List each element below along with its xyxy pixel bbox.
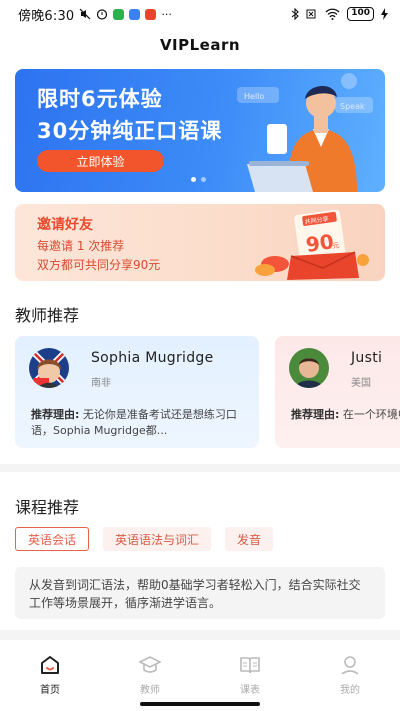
book-icon bbox=[240, 657, 260, 674]
graduation-cap-icon bbox=[139, 656, 161, 673]
teacher-avatar bbox=[29, 348, 69, 388]
tab-pronunciation[interactable]: 发音 bbox=[225, 527, 274, 551]
app-notification-icon bbox=[129, 8, 141, 20]
teacher-reason: 推荐理由: 在一个环境中提高你的 bbox=[291, 407, 400, 423]
teacher-carousel[interactable]: Sophia Mugridge 南非 推荐理由: 无论你是准备考试还是想练习口语… bbox=[15, 336, 400, 448]
status-time: 傍晚6:30 bbox=[18, 8, 75, 24]
tab-english-conversation[interactable]: 英语会话 bbox=[15, 527, 90, 551]
teacher-reason: 推荐理由: 无论你是准备考试还是想练习口语，Sophia Mugridge都..… bbox=[31, 407, 251, 439]
battery-indicator: 100 bbox=[347, 7, 374, 21]
nav-label-teachers: 教师 bbox=[140, 685, 160, 696]
invite-line1: 每邀请 1 次推荐 bbox=[37, 239, 125, 253]
badge-amount: 90 bbox=[304, 229, 335, 257]
section-divider bbox=[0, 464, 400, 472]
nav-profile[interactable]: 我的 bbox=[300, 640, 400, 700]
wechat-notification-icon bbox=[113, 8, 125, 20]
course-tabs: 英语会话 英语语法与词汇 发音 bbox=[15, 527, 274, 551]
invite-friends-banner[interactable]: 邀请好友 每邀请 1 次推荐 双方都可共同分享90元 共同分享 90 元 bbox=[15, 204, 385, 281]
reason-label: 推荐理由: bbox=[31, 408, 80, 421]
banner-title-line1: 限时6元体验 bbox=[37, 87, 163, 111]
wifi-icon bbox=[325, 8, 340, 20]
banner-illustration: Hello Speak bbox=[237, 73, 373, 192]
badge-unit: 元 bbox=[332, 241, 340, 250]
nav-label-profile: 我的 bbox=[340, 685, 360, 696]
bottom-navigation: 首页 教师 课表 我的 bbox=[0, 640, 400, 700]
alarm-icon bbox=[97, 9, 108, 20]
banner-title-line2: 30分钟纯正口语课 bbox=[37, 119, 223, 143]
person-icon bbox=[341, 656, 359, 675]
teacher-section-title: 教师推荐 bbox=[15, 306, 80, 325]
home-indicator[interactable] bbox=[140, 702, 260, 706]
carousel-dot[interactable] bbox=[191, 177, 196, 182]
teacher-card[interactable]: Sophia Mugridge 南非 推荐理由: 无论你是准备考试还是想练习口语… bbox=[15, 336, 259, 448]
charging-icon bbox=[381, 8, 388, 20]
nav-schedule[interactable]: 课表 bbox=[200, 640, 300, 700]
carousel-dot[interactable] bbox=[201, 177, 206, 182]
reason-text: 在一个环境中提高你的 bbox=[342, 408, 400, 421]
more-notifications-icon: ··· bbox=[161, 7, 172, 21]
teacher-card[interactable]: Justi 美国 推荐理由: 在一个环境中提高你的 bbox=[275, 336, 400, 448]
nav-teachers[interactable]: 教师 bbox=[100, 640, 200, 700]
teacher-name: Justi bbox=[351, 350, 383, 366]
teacher-country: 美国 bbox=[351, 378, 371, 389]
tab-grammar-vocabulary[interactable]: 英语语法与词汇 bbox=[103, 527, 212, 551]
course-description: 从发音到词汇语法，帮助0基础学习者轻松入门，结合实际社交工作等场景展开，循序渐进… bbox=[15, 567, 385, 619]
reward-illustration: 共同分享 90 元 bbox=[255, 209, 369, 280]
bubble-speak: Speak bbox=[340, 102, 365, 111]
nav-home[interactable]: 首页 bbox=[0, 640, 100, 700]
course-section-title: 课程推荐 bbox=[15, 498, 80, 517]
bluetooth-icon bbox=[291, 8, 300, 20]
teacher-country: 南非 bbox=[91, 378, 111, 389]
app-title: VIPLearn bbox=[159, 36, 241, 54]
home-icon bbox=[41, 656, 59, 674]
teacher-name: Sophia Mugridge bbox=[91, 350, 214, 366]
reason-label: 推荐理由: bbox=[291, 408, 340, 421]
news-notification-icon bbox=[145, 8, 157, 20]
promo-banner[interactable]: 限时6元体验 30分钟纯正口语课 立即体验 Hello Speak bbox=[15, 69, 385, 192]
teacher-avatar bbox=[289, 348, 329, 388]
carousel-dots bbox=[191, 177, 206, 182]
signal-x-icon bbox=[306, 9, 316, 19]
status-bar: 傍晚6:30 ··· 100 bbox=[0, 0, 400, 28]
invite-title: 邀请好友 bbox=[37, 217, 93, 233]
mute-icon bbox=[79, 8, 91, 20]
nav-label-schedule: 课表 bbox=[240, 685, 260, 696]
invite-line2: 双方都可共同分享90元 bbox=[37, 258, 161, 272]
section-divider bbox=[0, 630, 400, 640]
bubble-hello: Hello bbox=[244, 92, 264, 101]
try-now-button[interactable]: 立即体验 bbox=[37, 150, 164, 172]
nav-label-home: 首页 bbox=[40, 685, 60, 696]
